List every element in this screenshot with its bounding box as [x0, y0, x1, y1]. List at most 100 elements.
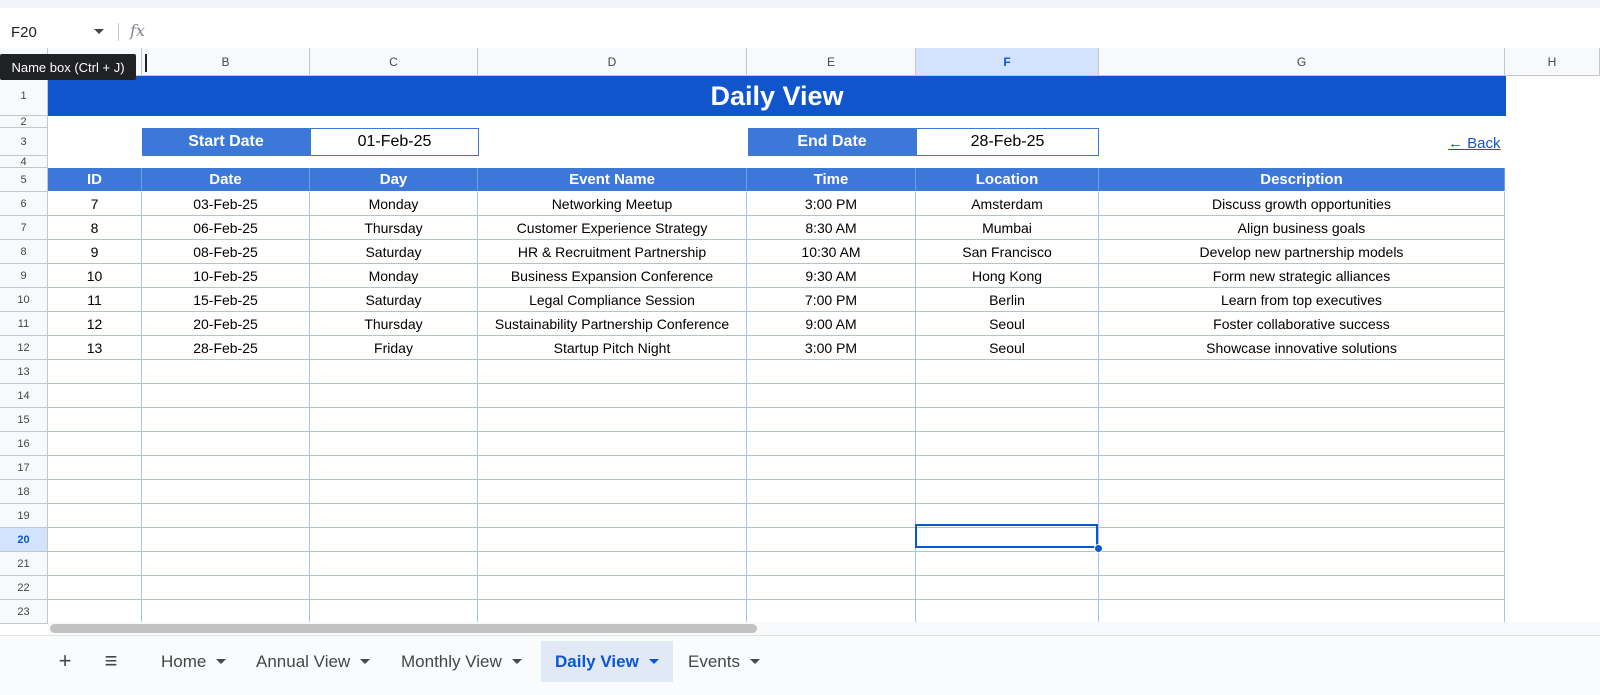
empty-cell[interactable] [478, 504, 747, 528]
empty-cell[interactable] [48, 408, 142, 432]
table-cell[interactable]: Customer Experience Strategy [478, 216, 747, 240]
empty-cell[interactable] [48, 432, 142, 456]
empty-cell[interactable] [478, 552, 747, 576]
table-cell[interactable]: Friday [310, 336, 478, 360]
empty-cell[interactable] [310, 360, 478, 384]
back-link[interactable]: ← Back [1448, 135, 1501, 152]
empty-cell[interactable] [310, 576, 478, 600]
column-header-d[interactable]: D [478, 48, 747, 76]
column-header-h[interactable]: H [1505, 48, 1600, 76]
empty-cell[interactable] [142, 600, 310, 624]
fill-handle[interactable] [1094, 544, 1103, 553]
table-cell[interactable]: 9 [48, 240, 142, 264]
empty-cell[interactable] [478, 456, 747, 480]
row-header-5[interactable]: 5 [0, 168, 48, 192]
table-cell[interactable]: 28-Feb-25 [142, 336, 310, 360]
table-cell[interactable]: Showcase innovative solutions [1099, 336, 1505, 360]
empty-cell[interactable] [916, 408, 1099, 432]
empty-cell[interactable] [310, 600, 478, 624]
empty-cell[interactable] [310, 504, 478, 528]
empty-cell[interactable] [1099, 384, 1505, 408]
empty-cell[interactable] [1099, 480, 1505, 504]
empty-cell[interactable] [142, 504, 310, 528]
empty-cell[interactable] [1099, 576, 1505, 600]
empty-cell[interactable] [1099, 456, 1505, 480]
table-cell[interactable]: Saturday [310, 288, 478, 312]
tab-annual-view[interactable]: Annual View [242, 641, 384, 682]
row-header-14[interactable]: 14 [0, 384, 48, 408]
table-cell[interactable]: 11 [48, 288, 142, 312]
table-cell[interactable]: San Francisco [916, 240, 1099, 264]
empty-cell[interactable] [747, 432, 916, 456]
sheet-list-icon[interactable]: ≡ [96, 648, 126, 674]
empty-cell[interactable] [916, 432, 1099, 456]
empty-cell[interactable] [747, 480, 916, 504]
column-header-f[interactable]: F [916, 48, 1099, 76]
table-cell[interactable]: Foster collaborative success [1099, 312, 1505, 336]
row-header-9[interactable]: 9 [0, 264, 48, 288]
empty-cell[interactable] [48, 480, 142, 504]
table-cell[interactable]: Seoul [916, 336, 1099, 360]
chevron-down-icon[interactable] [511, 659, 522, 664]
table-cell[interactable]: Legal Compliance Session [478, 288, 747, 312]
tab-home[interactable]: Home [147, 641, 240, 682]
empty-cell[interactable] [916, 600, 1099, 624]
table-cell[interactable]: Thursday [310, 312, 478, 336]
empty-cell[interactable] [478, 384, 747, 408]
column-header-g[interactable]: G [1099, 48, 1505, 76]
empty-cell[interactable] [478, 360, 747, 384]
table-cell[interactable]: HR & Recruitment Partnership [478, 240, 747, 264]
table-cell[interactable]: Hong Kong [916, 264, 1099, 288]
empty-cell[interactable] [310, 480, 478, 504]
empty-cell[interactable] [747, 384, 916, 408]
row-header-22[interactable]: 22 [0, 576, 48, 600]
empty-cell[interactable] [478, 576, 747, 600]
table-cell[interactable]: 10-Feb-25 [142, 264, 310, 288]
tab-monthly-view[interactable]: Monthly View [387, 641, 536, 682]
table-cell[interactable]: Develop new partnership models [1099, 240, 1505, 264]
empty-cell[interactable] [142, 576, 310, 600]
chevron-down-icon[interactable] [360, 659, 371, 664]
empty-cell[interactable] [142, 456, 310, 480]
table-cell[interactable]: 3:00 PM [747, 192, 916, 216]
empty-cell[interactable] [1099, 552, 1505, 576]
empty-cell[interactable] [1099, 600, 1505, 624]
empty-cell[interactable] [1099, 528, 1505, 552]
table-cell[interactable]: Thursday [310, 216, 478, 240]
empty-cell[interactable] [48, 552, 142, 576]
column-header-e[interactable]: E [747, 48, 916, 76]
table-cell[interactable]: Monday [310, 192, 478, 216]
table-cell[interactable]: 7 [48, 192, 142, 216]
table-cell[interactable]: 03-Feb-25 [142, 192, 310, 216]
empty-cell[interactable] [142, 360, 310, 384]
empty-cell[interactable] [916, 576, 1099, 600]
row-header-20[interactable]: 20 [0, 528, 48, 552]
table-cell[interactable]: 3:00 PM [747, 336, 916, 360]
empty-cell[interactable] [310, 528, 478, 552]
table-cell[interactable]: Startup Pitch Night [478, 336, 747, 360]
empty-cell[interactable] [142, 384, 310, 408]
empty-cell[interactable] [478, 600, 747, 624]
table-cell[interactable]: Mumbai [916, 216, 1099, 240]
empty-cell[interactable] [747, 600, 916, 624]
empty-cell[interactable] [142, 432, 310, 456]
empty-cell[interactable] [48, 528, 142, 552]
chevron-down-icon[interactable] [749, 659, 760, 664]
empty-cell[interactable] [478, 432, 747, 456]
empty-cell[interactable] [310, 456, 478, 480]
empty-cell[interactable] [478, 528, 747, 552]
empty-cell[interactable] [747, 408, 916, 432]
empty-cell[interactable] [1099, 360, 1505, 384]
empty-cell[interactable] [48, 504, 142, 528]
empty-cell[interactable] [1099, 504, 1505, 528]
table-cell[interactable]: 9:30 AM [747, 264, 916, 288]
empty-cell[interactable] [48, 360, 142, 384]
row-header-11[interactable]: 11 [0, 312, 48, 336]
row-header-12[interactable]: 12 [0, 336, 48, 360]
empty-cell[interactable] [142, 480, 310, 504]
empty-cell[interactable] [916, 456, 1099, 480]
table-cell[interactable]: Form new strategic alliances [1099, 264, 1505, 288]
cell-area[interactable]: Daily View Start Date 01-Feb-25 End Date… [48, 76, 1600, 635]
row-header-21[interactable]: 21 [0, 552, 48, 576]
empty-cell[interactable] [1099, 432, 1505, 456]
